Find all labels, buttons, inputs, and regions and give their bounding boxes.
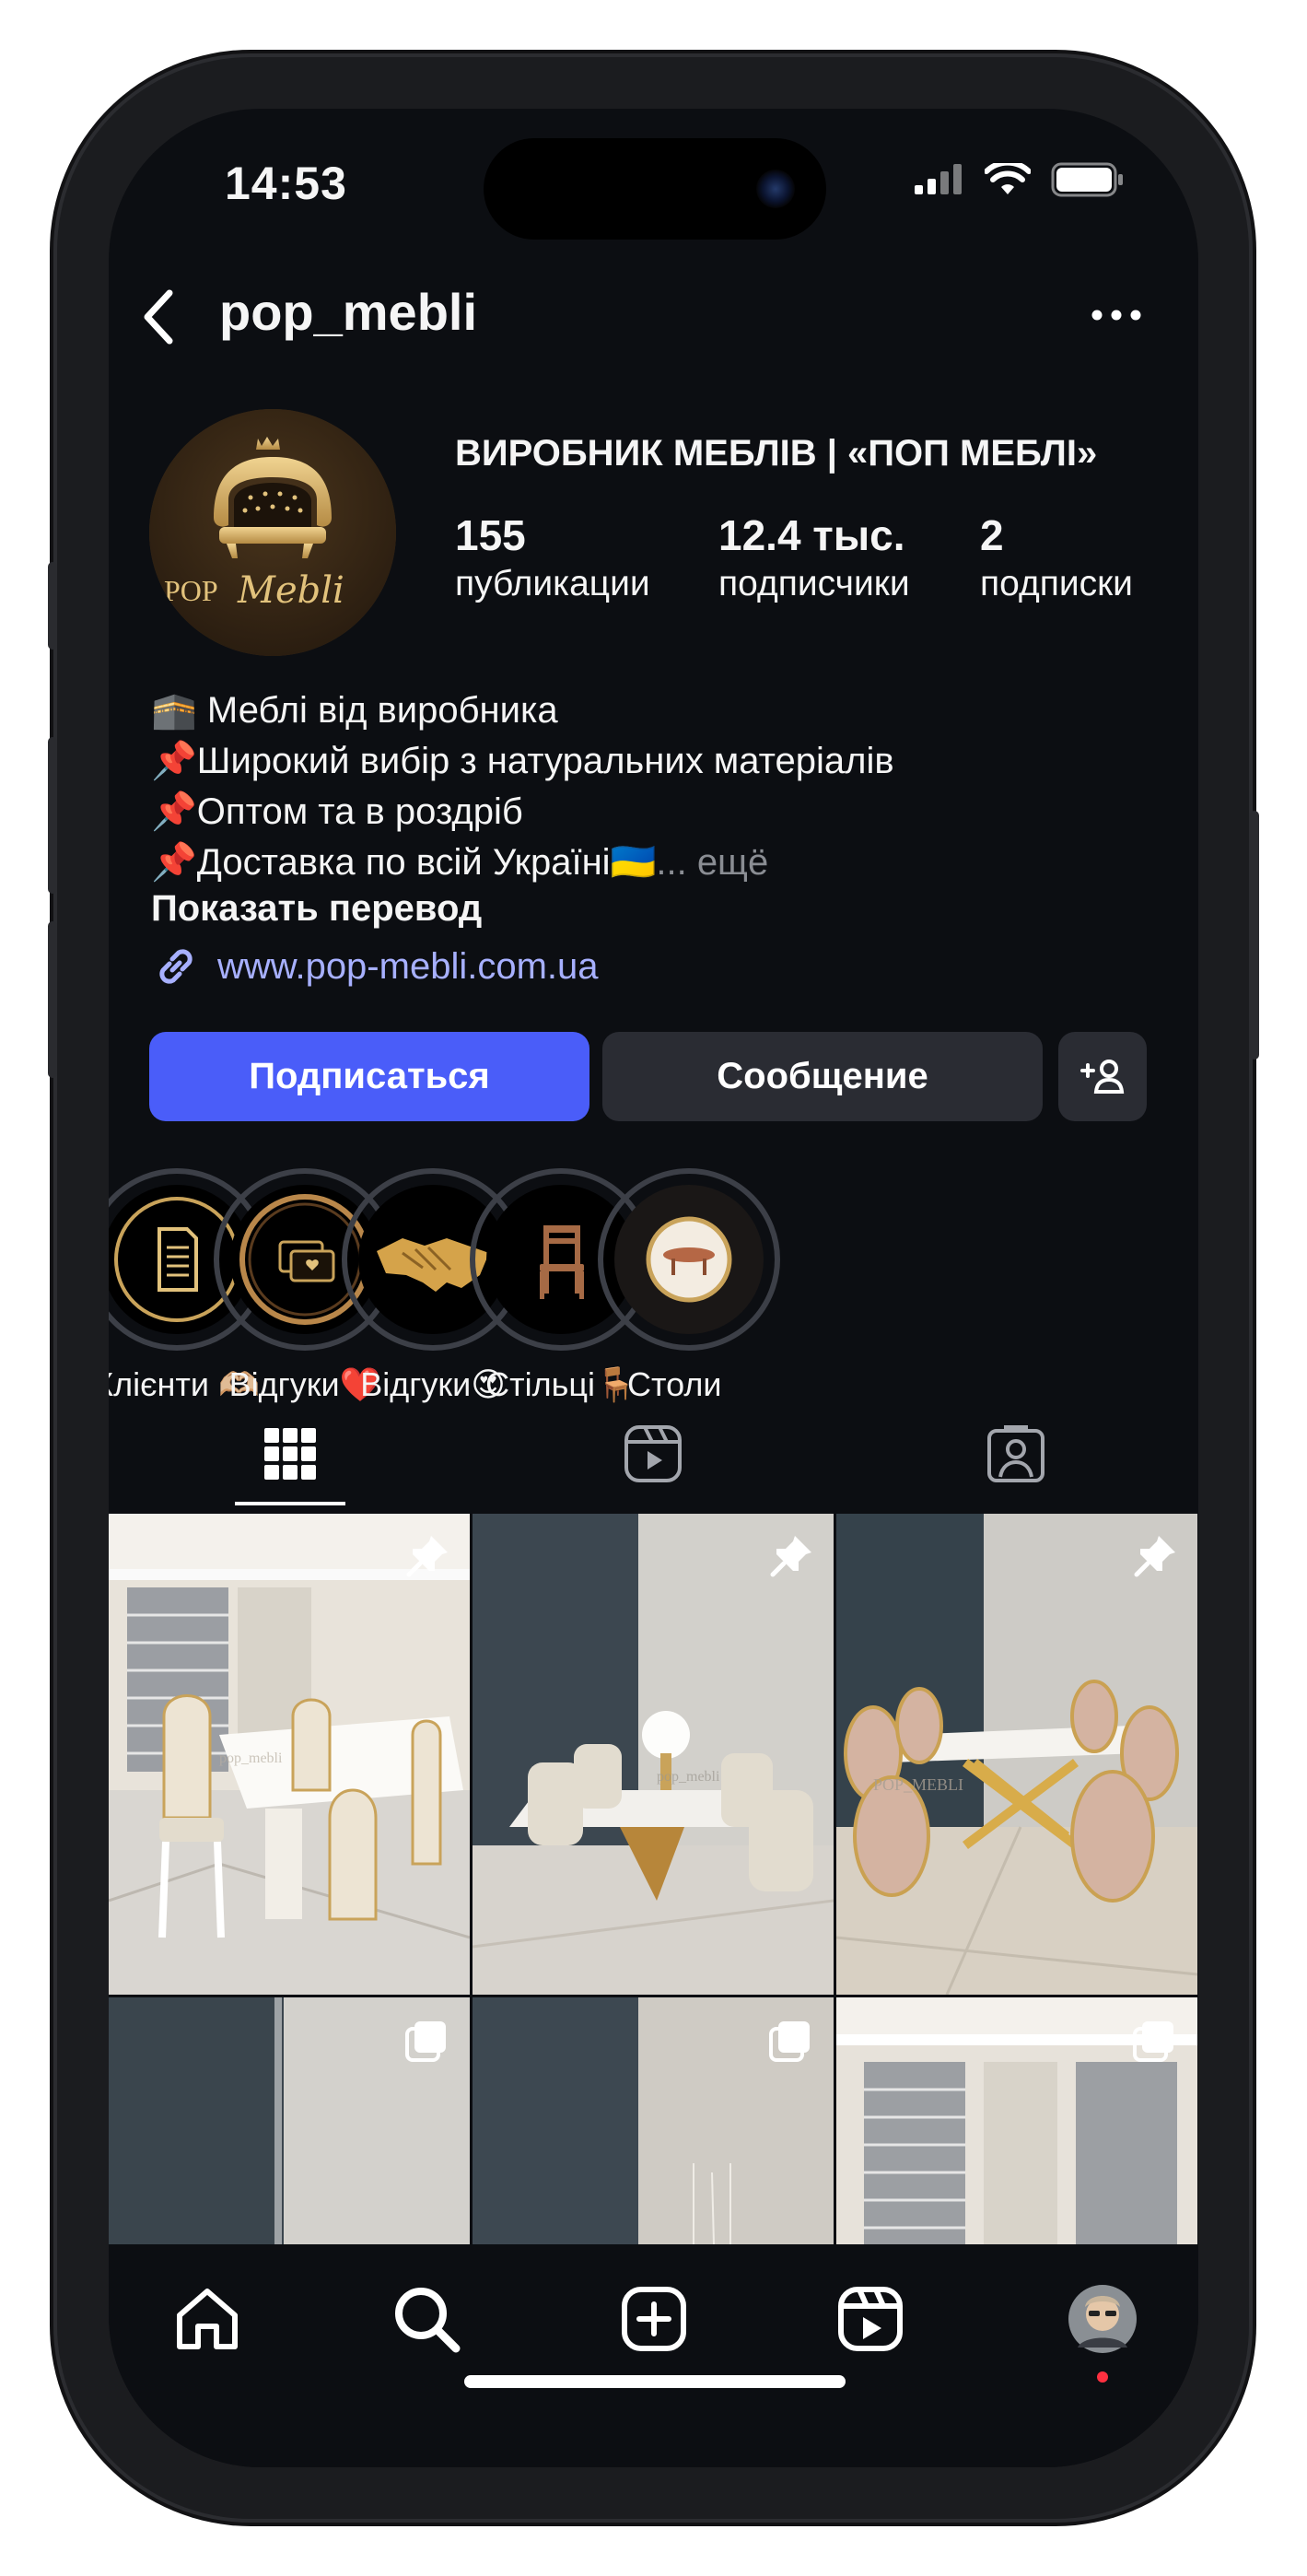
reels-icon bbox=[838, 2287, 903, 2351]
bottom-navigation bbox=[109, 2244, 1198, 2467]
link-icon bbox=[159, 949, 193, 984]
more-options-icon[interactable] bbox=[1084, 297, 1149, 334]
nav-search[interactable] bbox=[385, 2277, 468, 2360]
message-button[interactable]: Сообщение bbox=[602, 1032, 1043, 1121]
nav-profile[interactable] bbox=[1061, 2277, 1144, 2360]
stat-posts[interactable]: 155 публикации bbox=[455, 510, 650, 604]
table-icon bbox=[646, 1216, 732, 1303]
nav-reels[interactable] bbox=[829, 2277, 912, 2360]
bio-line: 🕋 Меблі від виробника bbox=[151, 690, 558, 731]
profile-avatar[interactable]: POP Mebli bbox=[149, 409, 396, 656]
post-thumbnail[interactable] bbox=[473, 1997, 834, 2244]
status-icons bbox=[913, 162, 1125, 197]
power-button bbox=[1250, 811, 1259, 1060]
stat-followers-value: 12.4 тыс. bbox=[718, 511, 905, 559]
add-person-icon bbox=[1080, 1059, 1125, 1094]
stat-posts-label: публикации bbox=[455, 564, 650, 603]
mute-switch bbox=[48, 562, 57, 650]
profile-avatar-icon bbox=[1068, 2285, 1137, 2353]
home-icon bbox=[177, 2289, 238, 2349]
battery-icon bbox=[1051, 162, 1123, 197]
reels-icon bbox=[624, 1425, 682, 1482]
stat-following[interactable]: 2 подписки bbox=[980, 510, 1133, 604]
stat-following-value: 2 bbox=[980, 511, 1004, 559]
profile-name: ВИРОБНИК МЕБЛІВ | «ПОП МЕБЛІ» bbox=[455, 433, 1098, 474]
stat-followers[interactable]: 12.4 тыс. подписчики bbox=[718, 510, 910, 604]
tab-tagged[interactable] bbox=[834, 1399, 1197, 1509]
active-tab-indicator bbox=[235, 1502, 345, 1505]
post-thumbnail[interactable]: pop_mebli bbox=[109, 1514, 470, 1995]
bio-line: 📌Широкий вибір з натуральних матеріалів bbox=[151, 741, 894, 781]
nav-home[interactable] bbox=[166, 2277, 249, 2360]
pinned-icon bbox=[1134, 1536, 1175, 1577]
show-translation-link[interactable]: Показать перевод bbox=[151, 888, 482, 930]
volume-up-button bbox=[48, 737, 57, 894]
bio-line: 📌Оптом та в роздріб bbox=[151, 791, 523, 832]
carousel-icon bbox=[405, 2021, 446, 2062]
nav-create[interactable] bbox=[613, 2277, 695, 2360]
post-thumbnail[interactable]: POP_MEBLI bbox=[836, 1514, 1197, 1995]
highlight-tables[interactable]: Столи bbox=[598, 1168, 780, 1404]
follow-button[interactable]: Подписаться bbox=[149, 1032, 589, 1121]
svg-text:Mebli: Mebli bbox=[237, 569, 344, 612]
screen: 14:53 pop_mebli POP Mebli ВИРОБНИК МЕБЛІ… bbox=[109, 109, 1198, 2467]
post-thumbnail[interactable]: pop_mebli bbox=[473, 1514, 834, 1995]
cellular-signal-icon bbox=[915, 164, 962, 194]
post-watermark: pop_mebli bbox=[657, 1769, 720, 1785]
suggest-users-button[interactable] bbox=[1058, 1032, 1147, 1121]
highlight-ring bbox=[598, 1168, 780, 1351]
stat-posts-value: 155 bbox=[455, 511, 526, 559]
post-thumbnail[interactable] bbox=[109, 1997, 470, 2244]
tab-grid[interactable] bbox=[109, 1399, 472, 1509]
bio-line-text: 📌Доставка по всій Україні🇺🇦 bbox=[151, 842, 657, 883]
pinned-icon bbox=[770, 1536, 811, 1577]
profile-header: pop_mebli bbox=[109, 275, 1198, 367]
search-icon bbox=[395, 2288, 461, 2353]
post-watermark: POP_MEBLI bbox=[873, 1775, 963, 1794]
highlight-cover bbox=[614, 1185, 764, 1334]
svg-text:POP: POP bbox=[164, 574, 218, 607]
carousel-icon bbox=[1133, 2021, 1173, 2062]
pop-mebli-logo: POP Mebli bbox=[149, 409, 396, 656]
stat-followers-label: подписчики bbox=[718, 564, 910, 603]
notification-dot bbox=[1097, 2371, 1108, 2383]
post-image: POP_MEBLI bbox=[836, 1514, 1197, 1995]
tab-reels[interactable] bbox=[472, 1399, 834, 1509]
username-title: pop_mebli bbox=[219, 283, 478, 341]
create-post-icon bbox=[622, 2287, 686, 2351]
post-image: pop_mebli bbox=[473, 1514, 834, 1995]
tagged-person-icon bbox=[987, 1425, 1044, 1482]
wifi-icon bbox=[985, 163, 1031, 194]
pinned-icon bbox=[406, 1536, 448, 1577]
website-url: www.pop-mebli.com.ua bbox=[217, 945, 599, 987]
volume-down-button bbox=[48, 921, 57, 1078]
bio-more-link[interactable]: ... ещё bbox=[656, 842, 768, 883]
dynamic-island bbox=[484, 138, 826, 240]
stat-following-label: подписки bbox=[980, 564, 1133, 603]
post-thumbnail[interactable] bbox=[836, 1997, 1197, 2244]
bio: 🕋 Меблі від виробника 📌Широкий вибір з н… bbox=[151, 685, 1164, 888]
back-icon[interactable] bbox=[131, 280, 186, 354]
status-time: 14:53 bbox=[225, 158, 347, 209]
camera-icon bbox=[756, 170, 795, 208]
grid-icon bbox=[264, 1428, 316, 1480]
post-image: pop_mebli bbox=[109, 1514, 470, 1995]
post-watermark: pop_mebli bbox=[219, 1751, 283, 1766]
content-tabs bbox=[109, 1399, 1198, 1509]
carousel-icon bbox=[769, 2021, 810, 2062]
home-indicator[interactable] bbox=[464, 2375, 846, 2388]
bio-line: 📌Доставка по всій Україні🇺🇦... ещё bbox=[151, 837, 1164, 888]
website-link[interactable]: www.pop-mebli.com.ua bbox=[151, 942, 599, 991]
